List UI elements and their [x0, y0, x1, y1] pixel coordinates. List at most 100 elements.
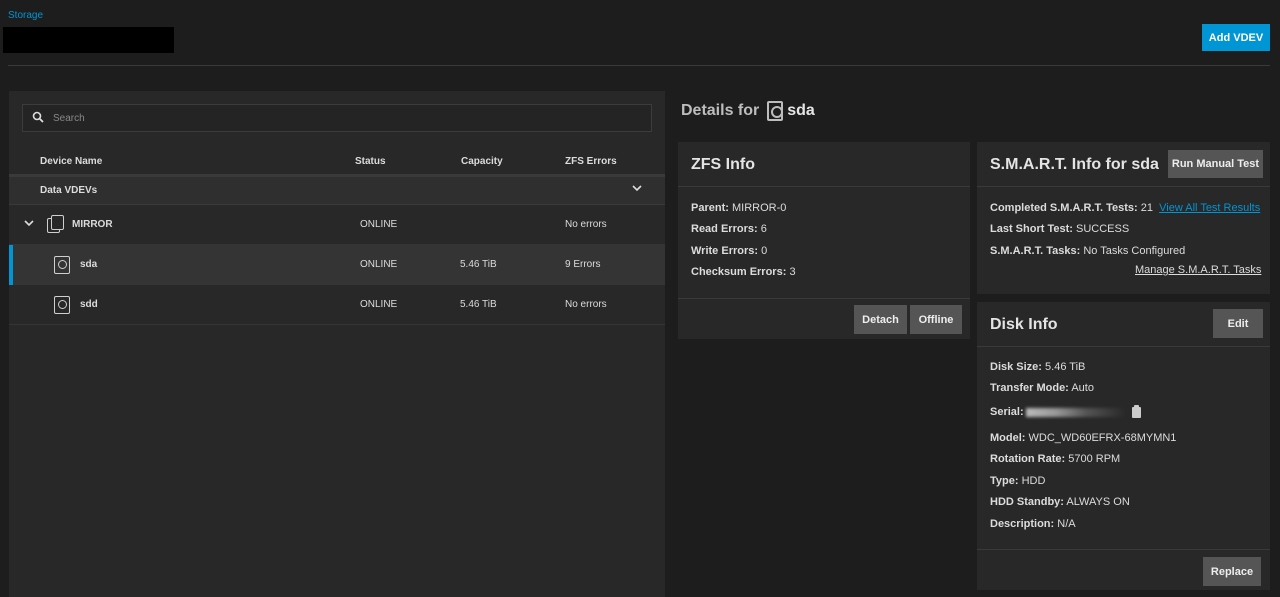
view-all-test-results-link[interactable]: View All Test Results [1159, 202, 1260, 214]
card-footer: Detach Offline [678, 298, 970, 339]
mirror-icon [47, 215, 65, 233]
checksum-errors-value: 3 [789, 266, 796, 278]
manage-smart-tasks-link[interactable]: Manage S.M.A.R.T. Tasks [1135, 264, 1261, 276]
write-errors-row: Write Errors: 0 [691, 245, 767, 257]
edit-button[interactable]: Edit [1213, 309, 1263, 338]
table-row[interactable]: sdd ONLINE 5.46 TiB No errors [9, 285, 665, 325]
card-title: S.M.A.R.T. Info for sda [990, 156, 1159, 173]
column-header-zfs-errors[interactable]: ZFS Errors [565, 156, 617, 167]
read-errors-value: 6 [760, 223, 767, 235]
device-capacity: 5.46 TiB [460, 259, 497, 270]
column-header-status[interactable]: Status [355, 156, 386, 167]
device-name: MIRROR [72, 219, 113, 230]
description-label: Description: [990, 518, 1055, 530]
parent-value: MIRROR-0 [731, 202, 787, 214]
disk-icon [54, 296, 70, 314]
transfer-mode-row: Transfer Mode: Auto [990, 382, 1094, 394]
clipboard-icon[interactable] [1131, 404, 1141, 418]
run-manual-test-button[interactable]: Run Manual Test [1168, 150, 1263, 178]
type-row: Type: HDD [990, 475, 1045, 487]
serial-label: Serial: [990, 406, 1024, 418]
rotation-rate-value: 5700 RPM [1068, 453, 1121, 465]
replace-button[interactable]: Replace [1203, 557, 1261, 586]
disk-size-label: Disk Size: [990, 361, 1042, 373]
chevron-down-icon[interactable] [23, 217, 35, 232]
redacted-page-title [3, 27, 174, 53]
table-row[interactable]: MIRROR ONLINE No errors [9, 205, 665, 245]
last-short-test-row: Last Short Test: SUCCESS [990, 223, 1129, 235]
device-name: sda [80, 259, 98, 270]
checksum-errors-row: Checksum Errors: 3 [691, 266, 796, 278]
card-header: S.M.A.R.T. Info for sda Run Manual Test [977, 142, 1270, 187]
details-disk-name: sda [787, 102, 815, 119]
disk-size-value: 5.46 TiB [1045, 361, 1086, 373]
disk-icon [54, 256, 70, 274]
offline-button[interactable]: Offline [910, 305, 962, 334]
hdd-standby-label: HDD Standby: [990, 496, 1064, 508]
smart-info-card: S.M.A.R.T. Info for sda Run Manual Test … [977, 142, 1270, 294]
disk-size-row: Disk Size: 5.46 TiB [990, 361, 1085, 373]
column-header-capacity[interactable]: Capacity [461, 156, 503, 167]
zfs-info-card: ZFS Info Parent: MIRROR-0 Read Errors: 6… [678, 142, 970, 339]
completed-tests-row: Completed S.M.A.R.T. Tests: 21 View All … [990, 202, 1260, 214]
device-errors: No errors [565, 219, 607, 230]
breadcrumb[interactable]: Storage [8, 10, 43, 21]
card-footer: Replace [977, 549, 1270, 590]
write-errors-label: Write Errors: [691, 245, 759, 257]
type-label: Type: [990, 475, 1019, 487]
disk-info-card: Disk Info Edit Disk Size: 5.46 TiB Trans… [977, 302, 1270, 590]
group-row-data-vdevs[interactable]: Data VDEVs [9, 177, 665, 205]
smart-tasks-row: S.M.A.R.T. Tasks: No Tasks Configured [990, 245, 1185, 257]
search-box[interactable] [22, 104, 652, 132]
details-title: Details for sda [681, 101, 815, 121]
rotation-rate-label: Rotation Rate: [990, 453, 1066, 465]
device-status: ONLINE [360, 299, 398, 310]
card-title: ZFS Info [691, 156, 755, 173]
checksum-errors-label: Checksum Errors: [691, 266, 787, 278]
completed-tests-label: Completed S.M.A.R.T. Tests: [990, 202, 1138, 214]
read-errors-label: Read Errors: [691, 223, 758, 235]
card-header: Disk Info Edit [977, 302, 1270, 347]
device-status: ONLINE [360, 259, 398, 270]
serial-redacted [1025, 407, 1126, 417]
column-header-device-name[interactable]: Device Name [40, 156, 102, 167]
card-title: Disk Info [990, 316, 1058, 333]
parent-label: Parent: [691, 202, 729, 214]
last-short-test-value: SUCCESS [1075, 223, 1130, 235]
hdd-standby-value: ALWAYS ON [1066, 496, 1130, 508]
hdd-standby-row: HDD Standby: ALWAYS ON [990, 496, 1130, 508]
model-row: Model: WDC_WD60EFRX-68MYMN1 [990, 432, 1176, 444]
device-capacity: 5.46 TiB [460, 299, 497, 310]
completed-tests-value: 21 [1140, 202, 1154, 214]
device-errors: 9 Errors [565, 259, 601, 270]
transfer-mode-value: Auto [1071, 382, 1094, 394]
device-status: ONLINE [360, 219, 398, 230]
transfer-mode-label: Transfer Mode: [990, 382, 1069, 394]
read-errors-row: Read Errors: 6 [691, 223, 767, 235]
chevron-down-icon[interactable] [631, 182, 643, 197]
table-header: Device Name Status Capacity ZFS Errors [9, 147, 665, 177]
last-short-test-label: Last Short Test: [990, 223, 1073, 235]
write-errors-value: 0 [761, 245, 768, 257]
model-label: Model: [990, 432, 1026, 444]
search-icon [23, 111, 53, 126]
devices-panel: Device Name Status Capacity ZFS Errors D… [9, 91, 665, 597]
add-vdev-button[interactable]: Add VDEV [1202, 24, 1270, 51]
card-header: ZFS Info [678, 142, 970, 187]
table-row[interactable]: sda ONLINE 5.46 TiB 9 Errors [9, 245, 665, 285]
serial-row: Serial: [990, 404, 1141, 418]
search-input[interactable] [53, 112, 633, 124]
smart-tasks-label: S.M.A.R.T. Tasks: [990, 245, 1081, 257]
description-value: N/A [1057, 518, 1076, 530]
device-name: sdd [80, 299, 98, 310]
description-row: Description: N/A [990, 518, 1076, 530]
model-value: WDC_WD60EFRX-68MYMN1 [1028, 432, 1177, 444]
divider [8, 65, 1270, 66]
smart-tasks-value: No Tasks Configured [1083, 245, 1186, 257]
parent-row: Parent: MIRROR-0 [691, 202, 786, 214]
detach-button[interactable]: Detach [854, 305, 907, 334]
group-label: Data VDEVs [40, 185, 98, 196]
disk-icon [767, 101, 784, 121]
selection-indicator [9, 245, 13, 285]
rotation-rate-row: Rotation Rate: 5700 RPM [990, 453, 1120, 465]
